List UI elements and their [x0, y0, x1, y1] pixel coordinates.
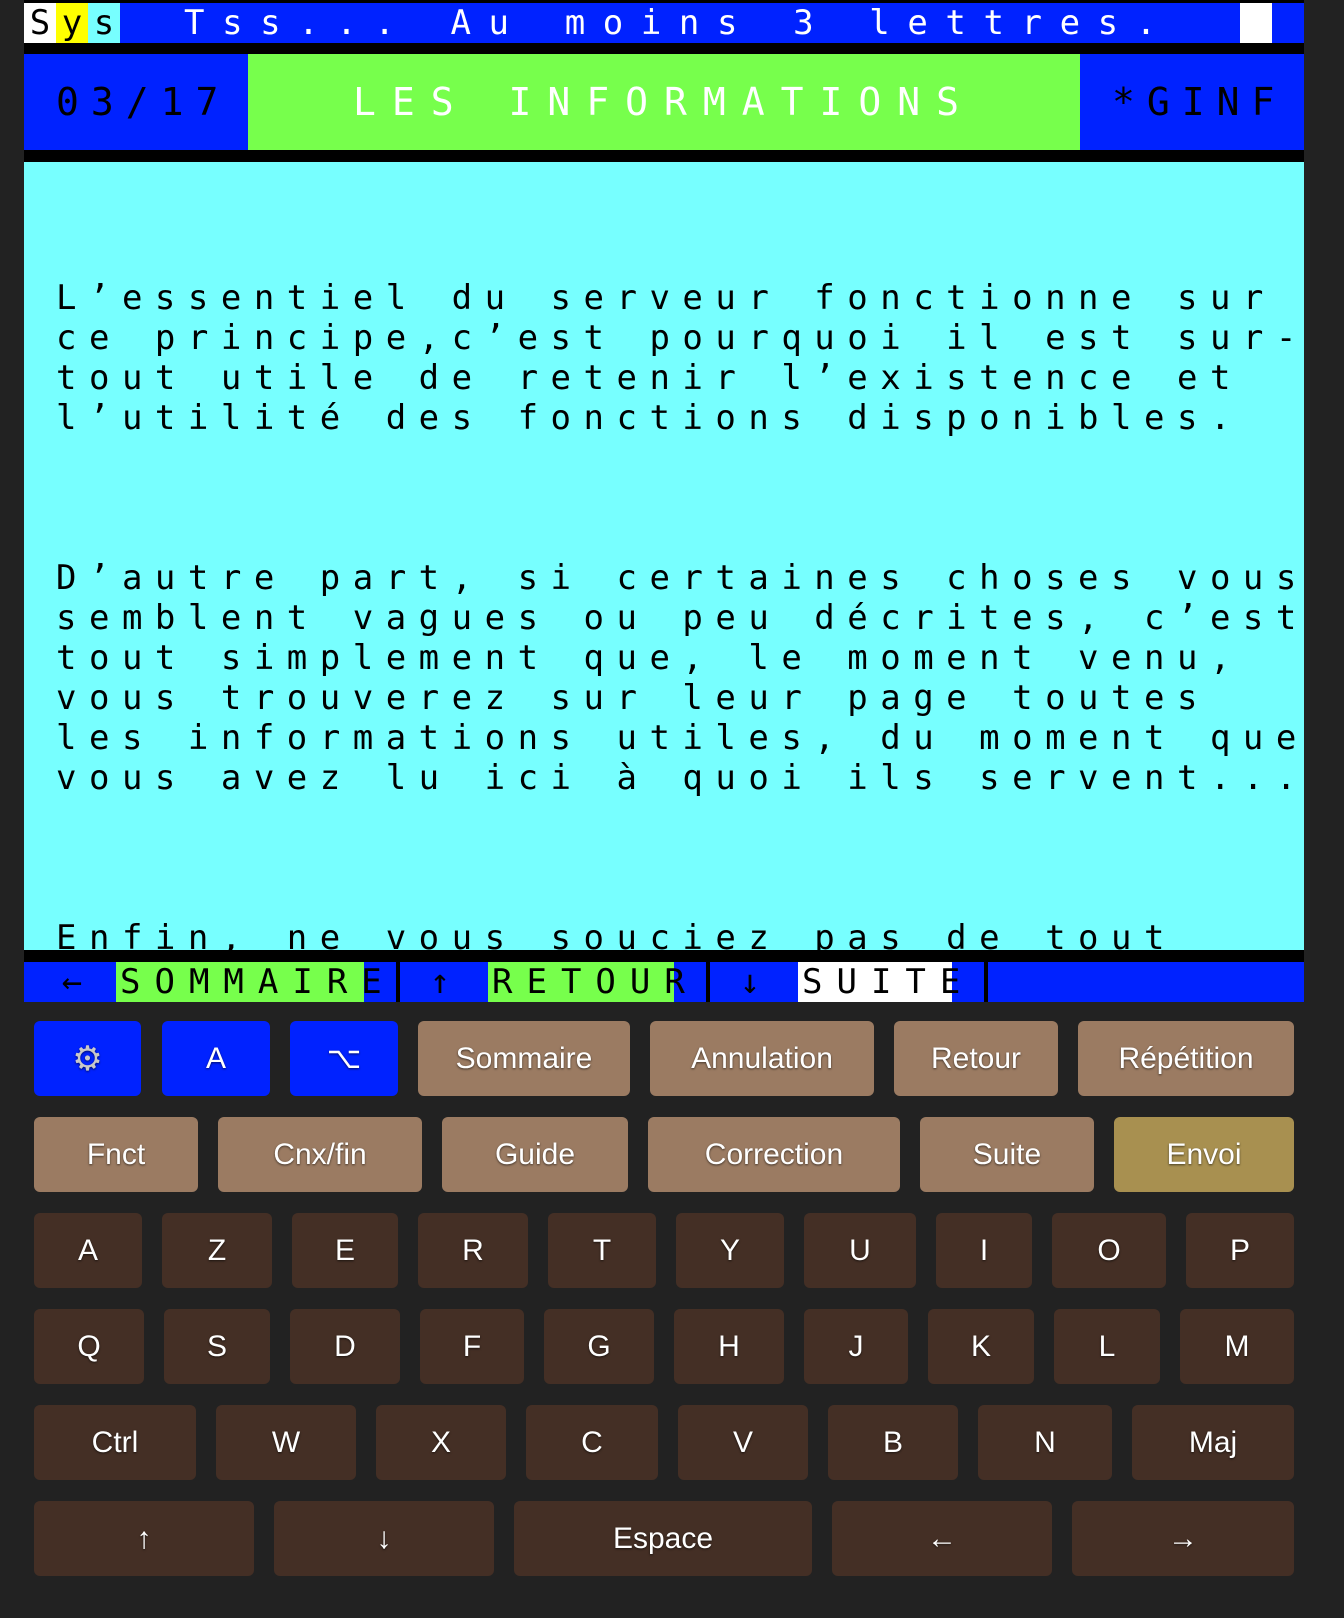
correction-button[interactable]: Correction [648, 1117, 900, 1192]
page-header: 03/17 LES INFORMATIONS *GINF [24, 54, 1304, 150]
text-cursor [1240, 3, 1272, 43]
key-t[interactable]: T [548, 1213, 656, 1288]
key-n[interactable]: N [978, 1405, 1112, 1480]
key-o[interactable]: O [1052, 1213, 1166, 1288]
key-l[interactable]: L [1054, 1309, 1160, 1384]
paragraph: D’autre part, si certaines choses vous s… [56, 558, 1304, 798]
annulation-button[interactable]: Annulation [650, 1021, 874, 1096]
repetition-button[interactable]: Répétition [1078, 1021, 1294, 1096]
arrow-right-icon: → [1168, 1521, 1198, 1555]
envoi-button[interactable]: Envoi [1114, 1117, 1294, 1192]
page-title: LES INFORMATIONS [248, 54, 1080, 150]
page-counter: 03/17 [24, 54, 248, 150]
ctrl-key[interactable]: Ctrl [34, 1405, 196, 1480]
option-key-icon: ⌥ [326, 1042, 362, 1075]
arrow-up-icon: ↑ [136, 1521, 152, 1555]
key-u[interactable]: U [804, 1213, 916, 1288]
key-j[interactable]: J [804, 1309, 908, 1384]
nav-bar: ← SOMMAIRE ↑ RETOUR ↓ SUITE [24, 962, 1304, 1002]
arrow-up-key[interactable]: ↑ [34, 1501, 254, 1576]
paragraph: L’essentiel du serveur fonctionne sur ce… [56, 278, 1304, 438]
cnx-fin-button[interactable]: Cnx/fin [218, 1117, 422, 1192]
sys-logo-letter-s: S [24, 3, 56, 43]
content-text: L’essentiel du serveur fonctionne sur ce… [56, 198, 1304, 1002]
key-c[interactable]: C [526, 1405, 658, 1480]
gear-icon: ⚙ [72, 1039, 103, 1078]
minitel-screen: S y s Tss... Au moins 3 lettres. 03/17 L… [24, 0, 1304, 1002]
key-e[interactable]: E [292, 1213, 398, 1288]
key-d[interactable]: D [290, 1309, 400, 1384]
key-b[interactable]: B [828, 1405, 958, 1480]
status-bar: S y s Tss... Au moins 3 lettres. [24, 3, 1304, 43]
key-v[interactable]: V [678, 1405, 808, 1480]
key-q[interactable]: Q [34, 1309, 144, 1384]
sommaire-button[interactable]: Sommaire [418, 1021, 630, 1096]
sys-logo: S y s [24, 3, 120, 43]
arrow-down-key[interactable]: ↓ [274, 1501, 494, 1576]
nav-suite[interactable]: SUITE [798, 962, 960, 1002]
arrow-down-icon: ↓ [376, 1521, 392, 1555]
nav-separator [984, 962, 988, 1002]
key-f[interactable]: F [420, 1309, 524, 1384]
arrow-up-icon: ↑ [429, 962, 451, 1002]
space-key[interactable]: Espace [514, 1501, 812, 1576]
status-message: Tss... Au moins 3 lettres. [184, 3, 1174, 43]
suite-button[interactable]: Suite [920, 1117, 1094, 1192]
key-h[interactable]: H [674, 1309, 784, 1384]
key-p[interactable]: P [1186, 1213, 1294, 1288]
maj-key[interactable]: Maj [1132, 1405, 1294, 1480]
option-mode-button[interactable]: ⌥ [290, 1021, 398, 1096]
key-z[interactable]: Z [162, 1213, 272, 1288]
key-i[interactable]: I [936, 1213, 1032, 1288]
arrow-down-icon: ↓ [739, 962, 761, 1002]
nav-separator [396, 962, 400, 1002]
arrow-left-key[interactable]: ← [832, 1501, 1052, 1576]
arrow-left-icon: ← [61, 962, 83, 1002]
alpha-mode-button[interactable]: A [162, 1021, 270, 1096]
key-x[interactable]: X [376, 1405, 506, 1480]
retour-button[interactable]: Retour [894, 1021, 1058, 1096]
key-y[interactable]: Y [676, 1213, 784, 1288]
guide-button[interactable]: Guide [442, 1117, 628, 1192]
key-a[interactable]: A [34, 1213, 142, 1288]
key-s[interactable]: S [164, 1309, 270, 1384]
settings-button[interactable]: ⚙ [34, 1021, 141, 1096]
key-w[interactable]: W [216, 1405, 356, 1480]
arrow-right-key[interactable]: → [1072, 1501, 1294, 1576]
key-g[interactable]: G [544, 1309, 654, 1384]
nav-sommaire[interactable]: SOMMAIRE [116, 962, 382, 1002]
key-k[interactable]: K [928, 1309, 1034, 1384]
sys-logo-letter-s2: s [88, 3, 120, 43]
fnct-button[interactable]: Fnct [34, 1117, 198, 1192]
nav-separator [706, 962, 710, 1002]
page-code: *GINF [1080, 54, 1304, 150]
sys-logo-letter-y: y [56, 3, 88, 43]
nav-retour[interactable]: RETOUR [488, 962, 685, 1002]
key-m[interactable]: M [1180, 1309, 1294, 1384]
arrow-left-icon: ← [927, 1521, 957, 1555]
key-r[interactable]: R [418, 1213, 528, 1288]
content-panel: L’essentiel du serveur fonctionne sur ce… [24, 162, 1304, 1002]
